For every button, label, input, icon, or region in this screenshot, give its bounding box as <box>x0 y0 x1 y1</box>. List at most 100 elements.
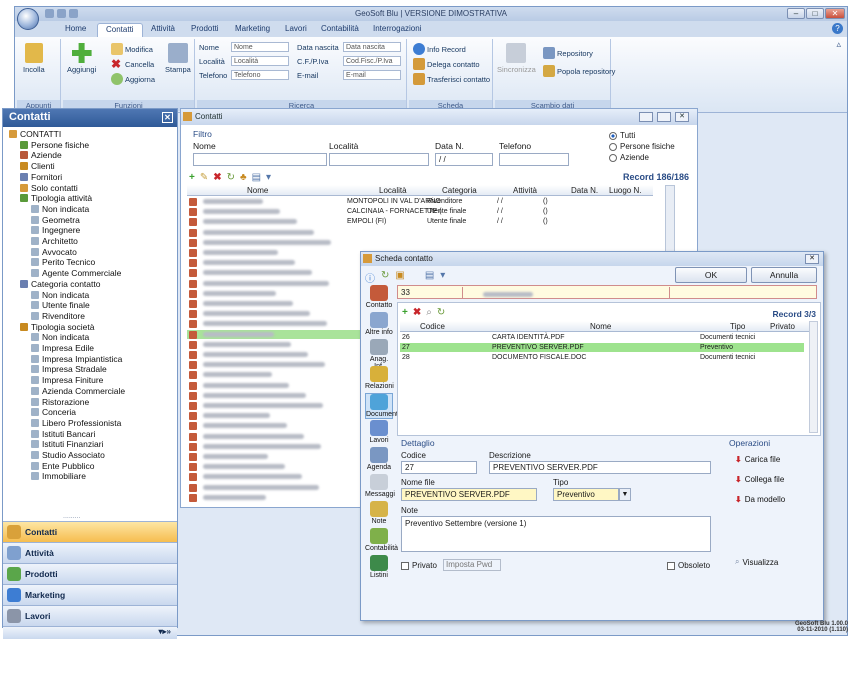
tree-item[interactable]: Libero Professionista <box>31 418 121 428</box>
tree-item[interactable]: Clienti <box>20 161 55 171</box>
dropdown-icon[interactable]: ▾ <box>440 270 445 285</box>
tree-item[interactable]: Ente Pubblico <box>31 461 94 471</box>
col-categoria[interactable]: Categoria <box>442 186 477 195</box>
col-privato[interactable]: Privato <box>770 322 795 331</box>
info-icon[interactable]: ⓘ <box>365 270 375 285</box>
side-nav-contatto[interactable]: Contatto <box>365 285 393 309</box>
table-row[interactable] <box>187 238 653 247</box>
tree-item[interactable]: Azienda Commerciale <box>31 386 125 396</box>
refresh-icon[interactable]: ↻ <box>227 172 235 183</box>
sincronizza-button[interactable]: Sincronizza <box>497 43 536 74</box>
nav-prodotti[interactable]: Prodotti <box>3 563 177 584</box>
trasferisci-button[interactable]: Trasferisci contatto <box>413 73 490 85</box>
search-localita-input[interactable]: Località <box>231 56 289 66</box>
obsoleto-checkbox[interactable]: Obsoleto <box>667 561 710 570</box>
radio-aziende[interactable]: Aziende <box>609 153 649 162</box>
ribbon-collapse-icon[interactable]: ▵ <box>836 39 841 50</box>
search-email-input[interactable]: E-mail <box>343 70 401 80</box>
dropdown-icon[interactable]: ▾ <box>266 172 271 183</box>
tab-lavori[interactable]: Lavori <box>277 23 315 37</box>
tree-item[interactable]: Fornitori <box>20 172 62 182</box>
close-icon[interactable]: ✕ <box>162 112 173 123</box>
help-icon[interactable]: ? <box>832 23 843 34</box>
delete-icon[interactable]: ✖ <box>213 172 221 183</box>
tab-interrogazioni[interactable]: Interrogazioni <box>365 23 429 37</box>
side-nav-altreinfo[interactable]: Altre info <box>365 312 393 336</box>
nav-configure[interactable]: ▾▸» <box>3 626 177 639</box>
tree-item[interactable]: Non indicata <box>31 290 89 300</box>
close-button[interactable]: ✕ <box>675 112 689 122</box>
side-nav-listini[interactable]: Listini <box>365 555 393 579</box>
tree-item[interactable]: Tipologia società <box>20 322 94 332</box>
tree-item[interactable]: Categoria contatto <box>20 279 100 289</box>
tree-item[interactable]: Ristorazione <box>31 397 89 407</box>
search-icon[interactable]: ⌕ <box>426 307 432 318</box>
table-row[interactable] <box>187 228 653 237</box>
refresh-icon[interactable]: ↻ <box>437 307 445 318</box>
app-menu-orb[interactable] <box>17 8 39 30</box>
radio-tutti[interactable]: Tutti <box>609 131 635 140</box>
ok-button[interactable]: OK <box>675 267 747 283</box>
chevron-down-icon[interactable]: ▼ <box>619 488 631 501</box>
maximize-button[interactable]: □ <box>806 8 824 19</box>
side-nav-agenda[interactable]: Agenda <box>365 447 393 471</box>
codice-field[interactable]: 27 <box>401 461 477 474</box>
print-icon[interactable]: ▤ <box>252 172 261 183</box>
tree-item[interactable]: Istituti Bancari <box>31 429 95 439</box>
tree-item[interactable]: Persone fisiche <box>20 140 89 150</box>
col-nome[interactable]: Nome <box>590 322 611 331</box>
aggiorna-button[interactable]: Aggiorna <box>111 73 155 85</box>
tree-item[interactable]: Istituti Finanziari <box>31 439 103 449</box>
col-luogon[interactable]: Luogo N. <box>609 186 641 195</box>
tree-item[interactable]: Rivenditore <box>31 311 85 321</box>
tree-item[interactable]: Impresa Stradale <box>31 364 107 374</box>
table-row[interactable]: 26 CARTA IDENTITÀ.PDF Documenti tecnici <box>400 333 804 342</box>
splitter-handle[interactable]: ......... <box>63 513 81 520</box>
col-attivita[interactable]: Attività <box>513 186 537 195</box>
tree-item[interactable]: Perito Tecnico <box>31 257 95 267</box>
delete-icon[interactable]: ✖ <box>413 307 421 318</box>
privato-checkbox[interactable]: Privato <box>401 561 437 570</box>
refresh-icon[interactable]: ↻ <box>381 270 389 285</box>
table-row[interactable]: MONTOPOLI IN VAL D'ARNO Rivenditore / /() <box>187 197 653 206</box>
restore-button[interactable] <box>657 112 671 122</box>
edit-icon[interactable]: ✎ <box>200 172 208 183</box>
side-nav-documenti[interactable]: Documenti <box>365 393 399 419</box>
tree-item[interactable]: Impresa Edile <box>31 343 94 353</box>
collega-file-button[interactable]: ⬇ Collega file <box>735 475 784 484</box>
annulla-button[interactable]: Annulla <box>751 267 817 283</box>
search-datanascita-input[interactable]: Data nascita <box>343 42 401 52</box>
tree-item[interactable]: Avvocato <box>31 247 77 257</box>
minimize-button[interactable]: – <box>787 8 805 19</box>
tree-item[interactable]: Agente Commerciale <box>31 268 121 278</box>
table-row[interactable]: 27 PREVENTIVO SERVER.PDF Preventivo <box>400 343 804 352</box>
filtro-localita-input[interactable] <box>329 153 429 166</box>
table-row[interactable]: CALCINAIA - FORNACETTE (Utente finale / /… <box>187 207 653 217</box>
tab-prodotti[interactable]: Prodotti <box>183 23 227 37</box>
transfer-icon[interactable]: ♣ <box>240 172 247 183</box>
tree-item[interactable]: Impresa Finiture <box>31 375 103 385</box>
nav-contatti[interactable]: Contatti <box>3 521 177 542</box>
cancella-button[interactable]: ✖ Cancella <box>111 58 154 70</box>
vertical-scrollbar[interactable] <box>809 321 818 433</box>
nav-marketing[interactable]: Marketing <box>3 584 177 605</box>
radio-persone-fisiche[interactable]: Persone fisiche <box>609 142 675 151</box>
tab-attivita[interactable]: Attività <box>143 23 183 37</box>
col-nome[interactable]: Nome <box>247 186 268 195</box>
tab-marketing[interactable]: Marketing <box>227 23 278 37</box>
tree-item[interactable]: Impresa Impiantistica <box>31 354 122 364</box>
nav-attivit[interactable]: Attività <box>3 542 177 563</box>
col-codice[interactable]: Codice <box>420 322 445 331</box>
incolla-button[interactable]: Incolla <box>23 43 45 74</box>
imposta-pwd-button[interactable]: Imposta Pwd <box>443 559 501 571</box>
aggiungi-button[interactable]: Aggiungi <box>67 43 96 74</box>
tree-item[interactable]: Tipologia attività <box>20 193 92 203</box>
tree-item[interactable]: Conceria <box>31 407 76 417</box>
visualizza-button[interactable]: ⌕ Visualizza <box>735 557 778 567</box>
add-icon[interactable]: + <box>402 307 408 318</box>
nomefile-field[interactable]: PREVENTIVO SERVER.PDF <box>401 488 537 501</box>
col-tipo[interactable]: Tipo <box>730 322 745 331</box>
tab-contatti[interactable]: Contatti <box>97 23 143 37</box>
tree-item[interactable]: Geometra <box>31 215 80 225</box>
vertical-scrollbar[interactable] <box>665 185 675 255</box>
